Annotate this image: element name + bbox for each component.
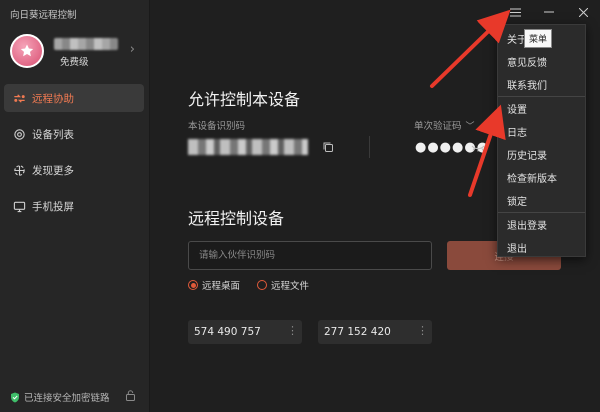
sidebar-item-label: 远程协助 xyxy=(32,92,74,105)
sidebar-item-label: 发现更多 xyxy=(32,164,74,177)
menu-item-history[interactable]: 历史记录 xyxy=(498,143,585,166)
connection-status-text: 已连接安全加密链路 xyxy=(24,393,110,404)
device-id-redacted xyxy=(188,139,308,155)
device-id-label: 本设备识别码 xyxy=(188,121,246,132)
otp-dropdown[interactable]: 单次验证码 ﹀ xyxy=(414,118,475,132)
shield-check-icon xyxy=(11,392,19,402)
menu-item-contact[interactable]: 联系我们 xyxy=(498,73,585,96)
remote-control-title: 远程控制设备 xyxy=(188,209,285,228)
sidebar-item-remote-assist[interactable]: 远程协助 xyxy=(4,84,144,112)
copy-icon[interactable] xyxy=(322,141,334,153)
recent-device[interactable]: 574 490 757 ⋮ xyxy=(188,320,302,344)
otp-label: 单次验证码 xyxy=(414,121,462,132)
user-name-redacted xyxy=(54,38,118,50)
minimize-icon[interactable] xyxy=(532,0,566,24)
menu-item-log[interactable]: 日志 xyxy=(498,120,585,143)
sidebar-item-discover[interactable]: 发现更多 xyxy=(4,156,144,184)
close-icon[interactable] xyxy=(566,0,600,24)
radio-label[interactable]: 远程桌面 xyxy=(202,278,240,292)
screen-cast-icon xyxy=(12,199,26,213)
chevron-right-icon[interactable]: › xyxy=(130,42,135,57)
radio-remote-file[interactable] xyxy=(257,280,268,290)
sidebar: 向日葵远程控制 免费级 › 远程协助 设备列表 发现更多 手机投屏 已连接安全加… xyxy=(0,0,150,412)
divider xyxy=(369,136,370,158)
menu-item-check-update[interactable]: 检查新版本 xyxy=(498,166,585,189)
menu-item-exit[interactable]: 退出 xyxy=(498,236,585,259)
sidebar-item-screen-cast[interactable]: 手机投屏 xyxy=(4,192,144,220)
sidebar-item-device-list[interactable]: 设备列表 xyxy=(4,120,144,148)
sidebar-item-label: 手机投屏 xyxy=(32,200,74,213)
eye-closed-icon[interactable] xyxy=(471,143,485,153)
discover-icon xyxy=(12,163,26,177)
app-title: 向日葵远程控制 xyxy=(10,10,77,21)
menu-item-settings[interactable]: 设置 xyxy=(498,97,585,120)
more-vertical-icon[interactable]: ⋮ xyxy=(417,324,428,337)
chevron-down-icon: ﹀ xyxy=(465,121,475,132)
menu-icon[interactable] xyxy=(498,0,532,24)
menu-item-feedback[interactable]: 意见反馈 xyxy=(498,50,585,73)
user-level: 免费级 xyxy=(60,57,89,68)
allow-control-title: 允许控制本设备 xyxy=(188,90,301,109)
sidebar-nav: 远程协助 设备列表 发现更多 手机投屏 xyxy=(4,84,144,228)
partner-id-input[interactable] xyxy=(188,241,432,270)
menu-item-lock[interactable]: 锁定 xyxy=(498,189,585,212)
remote-mode-group: 远程桌面 远程文件 xyxy=(188,278,326,292)
window-controls xyxy=(498,0,600,24)
device-list-icon xyxy=(12,127,26,141)
menu-item-logout[interactable]: 退出登录 xyxy=(498,213,585,236)
lock-icon[interactable] xyxy=(125,390,136,401)
profile-card[interactable]: 免费级 › xyxy=(8,32,143,72)
connection-status: 已连接安全加密链路 xyxy=(10,390,110,404)
main-menu: 关于 意见反馈 联系我们 设置 日志 历史记录 检查新版本 锁定 退出登录 退出 xyxy=(497,24,586,257)
menu-tooltip: 菜单 xyxy=(524,29,553,48)
avatar[interactable] xyxy=(10,34,44,68)
recent-device-id: 574 490 757 xyxy=(194,326,261,338)
radio-remote-desktop[interactable] xyxy=(188,280,198,290)
recent-device-id: 277 152 420 xyxy=(324,326,391,338)
more-vertical-icon[interactable]: ⋮ xyxy=(287,324,298,337)
remote-assist-icon xyxy=(12,91,26,105)
star-icon xyxy=(20,44,34,57)
radio-label[interactable]: 远程文件 xyxy=(271,278,309,292)
sidebar-item-label: 设备列表 xyxy=(32,128,74,141)
recent-device[interactable]: 277 152 420 ⋮ xyxy=(318,320,432,344)
